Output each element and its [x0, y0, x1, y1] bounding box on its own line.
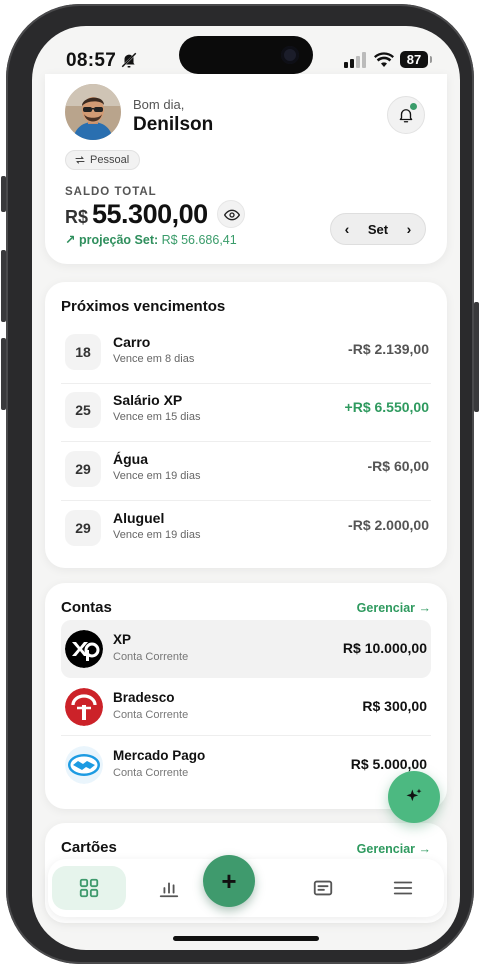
sparkles-icon: [406, 788, 422, 802]
item-amount: -R$ 2.000,00: [348, 517, 429, 533]
month-label: Set: [367, 221, 389, 237]
phone-frame: Bom dia, Denilson Pessoal SALDO TOTAL R$…: [1, 4, 479, 964]
receipt-icon: [313, 880, 333, 896]
user-name: Denilson: [133, 114, 214, 135]
nav-reports[interactable]: [132, 866, 206, 910]
account-type: Conta Corrente: [113, 709, 189, 721]
upcoming-title: Próximos vencimentos: [61, 298, 226, 315]
trend-up-icon: ↗: [65, 233, 76, 247]
due-day: 18: [65, 334, 101, 370]
greeting-text: Bom dia,: [133, 97, 185, 112]
notification-dot: [410, 103, 417, 110]
dashboard-icon: [79, 878, 99, 898]
battery-indicator: 87: [400, 51, 432, 68]
dynamic-island: [179, 36, 313, 74]
due-day: 29: [65, 451, 101, 487]
status-time: 08:57: [66, 50, 117, 71]
wifi-icon: [374, 52, 394, 67]
item-due: Vence em 19 dias: [113, 470, 201, 482]
list-item[interactable]: 18 Carro Vence em 8 dias -R$ 2.139,00: [61, 326, 431, 384]
item-due: Vence em 15 dias: [113, 411, 201, 423]
accounts-title: Contas: [61, 599, 112, 616]
action-button: [1, 176, 6, 212]
account-row-bradesco[interactable]: Bradesco Conta Corrente R$ 300,00: [61, 678, 431, 736]
item-name: Carro: [113, 334, 151, 350]
due-day: 25: [65, 392, 101, 428]
upcoming-payments-card: Próximos vencimentos 18 Carro Vence em 8…: [45, 282, 447, 568]
account-name: Mercado Pago: [113, 748, 206, 763]
total-balance: R$ 55.300,00: [65, 199, 208, 230]
due-day: 29: [65, 510, 101, 546]
power-button: [474, 302, 479, 412]
account-balance: R$ 5.000,00: [350, 756, 427, 772]
add-icon: +: [221, 866, 237, 896]
item-amount: +R$ 6.550,00: [344, 399, 429, 415]
volume-down-button: [1, 338, 6, 410]
currency-symbol: R$: [65, 207, 89, 227]
xp-logo: [65, 630, 103, 668]
next-month-button[interactable]: ›: [400, 220, 418, 238]
camera-icon: [281, 46, 299, 64]
account-type: Conta Corrente: [113, 767, 189, 779]
cards-title: Cartões: [61, 839, 117, 856]
profile-switch-chip[interactable]: Pessoal: [65, 150, 141, 170]
nav-menu[interactable]: [366, 866, 440, 910]
account-type: Conta Corrente: [113, 651, 189, 663]
bradesco-logo: [65, 688, 103, 726]
item-name: Aluguel: [113, 510, 165, 526]
account-balance: R$ 300,00: [362, 698, 427, 714]
cellular-signal-icon: [344, 52, 366, 68]
mercado-pago-logo: [65, 746, 103, 784]
item-name: Salário XP: [113, 392, 183, 408]
volume-up-button: [1, 250, 6, 322]
account-name: Bradesco: [113, 690, 175, 705]
projection-label: projeção Set:: [78, 233, 159, 247]
projection: ↗ projeção Set: R$ 56.686,41: [65, 232, 237, 247]
list-item[interactable]: 25 Salário XP Vence em 15 dias +R$ 6.550…: [61, 384, 431, 442]
item-due: Vence em 19 dias: [113, 529, 201, 541]
chart-icon: [159, 882, 179, 898]
month-selector: ‹ Set ›: [330, 213, 426, 245]
avatar[interactable]: [65, 84, 121, 140]
balance-label: SALDO TOTAL: [65, 186, 157, 198]
accounts-card: Contas Gerenciar → XP Conta Corrente R$ …: [45, 583, 447, 809]
account-balance: R$ 10.000,00: [342, 640, 427, 656]
status-bar: 08:57 87: [32, 26, 460, 86]
notifications-button[interactable]: [387, 96, 425, 134]
home-indicator[interactable]: [173, 936, 319, 941]
eye-icon: [224, 209, 240, 221]
menu-icon: [393, 881, 413, 895]
manage-cards-link[interactable]: Gerenciar →: [357, 842, 431, 856]
manage-accounts-link[interactable]: Gerenciar →: [357, 601, 431, 615]
item-amount: -R$ 2.139,00: [348, 341, 429, 357]
balance-value: 55.300,00: [92, 199, 208, 229]
list-item[interactable]: 29 Água Vence em 19 dias -R$ 60,00: [61, 443, 431, 501]
silent-mode-icon: [121, 52, 137, 68]
toggle-balance-visibility-button[interactable]: [217, 200, 245, 228]
ai-assistant-button[interactable]: [388, 771, 440, 823]
list-item[interactable]: 29 Aluguel Vence em 19 dias -R$ 2.000,00: [61, 502, 431, 560]
balance-card: Bom dia, Denilson Pessoal SALDO TOTAL R$…: [45, 74, 447, 264]
item-name: Água: [113, 451, 148, 467]
account-name: XP: [113, 632, 132, 647]
item-due: Vence em 8 dias: [113, 353, 195, 365]
account-row-mercado-pago[interactable]: Mercado Pago Conta Corrente R$ 5.000,00: [61, 736, 431, 794]
add-transaction-button[interactable]: +: [203, 855, 255, 907]
item-amount: -R$ 60,00: [367, 458, 429, 474]
nav-transactions[interactable]: [286, 866, 360, 910]
profile-chip-label: Pessoal: [90, 154, 130, 166]
nav-dashboard[interactable]: [52, 866, 126, 910]
account-row-xp[interactable]: XP Conta Corrente R$ 10.000,00: [61, 620, 431, 678]
screen: Bom dia, Denilson Pessoal SALDO TOTAL R$…: [32, 26, 460, 950]
swap-icon: [75, 156, 85, 164]
prev-month-button[interactable]: ‹: [338, 220, 356, 238]
projection-value: R$ 56.686,41: [161, 233, 237, 247]
